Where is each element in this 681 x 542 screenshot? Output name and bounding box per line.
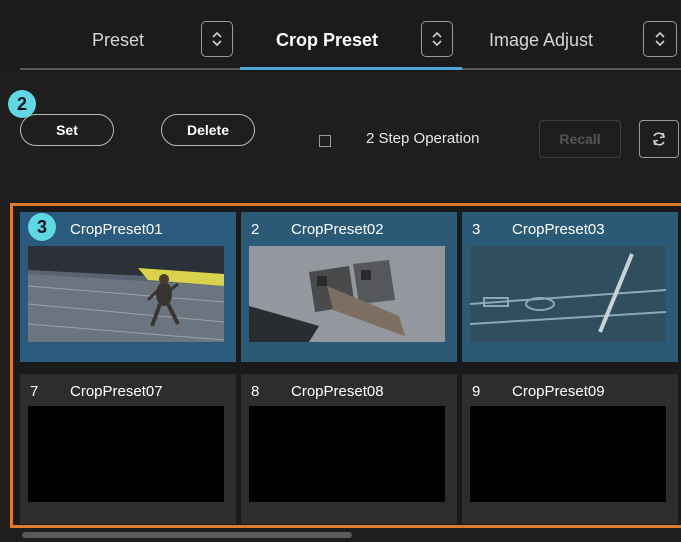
preset-card-7[interactable]: 7 CropPreset07 bbox=[20, 374, 236, 524]
preset-thumbnail bbox=[249, 246, 445, 342]
two-step-checkbox[interactable] bbox=[319, 135, 331, 147]
delete-button[interactable]: Delete bbox=[161, 114, 255, 146]
up-down-chevron-icon bbox=[432, 31, 442, 47]
two-step-label: 2 Step Operation bbox=[366, 130, 480, 147]
crop-preset-stepper-button[interactable] bbox=[421, 21, 453, 57]
preset-name: CropPreset08 bbox=[291, 383, 384, 400]
preset-number: 9 bbox=[472, 383, 481, 400]
refresh-button[interactable] bbox=[639, 120, 679, 158]
preset-thumbnail-empty bbox=[28, 406, 224, 502]
preset-thumbnail-empty bbox=[470, 406, 666, 502]
up-down-chevron-icon bbox=[655, 31, 665, 47]
preset-number: 2 bbox=[251, 221, 260, 238]
preset-stepper-button[interactable] bbox=[201, 21, 233, 57]
recall-button[interactable]: Recall bbox=[539, 120, 621, 158]
image-adjust-stepper-button[interactable] bbox=[643, 21, 677, 57]
set-button[interactable]: Set bbox=[20, 114, 114, 146]
tab-crop-preset[interactable]: Crop Preset bbox=[276, 30, 378, 51]
active-tab-indicator bbox=[240, 67, 462, 70]
tab-preset[interactable]: Preset bbox=[92, 30, 144, 51]
preset-card-2[interactable]: 2 CropPreset02 bbox=[241, 212, 457, 362]
preset-thumbnail bbox=[470, 246, 666, 342]
action-bar: Set 2 Delete 2 Step Operation Recall bbox=[0, 72, 681, 200]
preset-name: CropPreset03 bbox=[512, 221, 605, 238]
tab-image-adjust[interactable]: Image Adjust bbox=[489, 30, 593, 51]
preset-name: CropPreset09 bbox=[512, 383, 605, 400]
tab-bar: Preset Crop Preset Image Adjust bbox=[0, 0, 681, 72]
up-down-chevron-icon bbox=[212, 31, 222, 47]
preset-number: 3 bbox=[472, 221, 481, 238]
refresh-icon bbox=[653, 132, 665, 146]
preset-number: 8 bbox=[251, 383, 260, 400]
preset-thumbnail bbox=[28, 246, 224, 342]
preset-number: 7 bbox=[30, 383, 39, 400]
preset-name: CropPreset02 bbox=[291, 221, 384, 238]
horizontal-scrollbar[interactable] bbox=[22, 532, 352, 538]
preset-name: CropPreset01 bbox=[70, 221, 163, 238]
preset-card-9[interactable]: 9 CropPreset09 bbox=[462, 374, 678, 524]
preset-card-3[interactable]: 3 CropPreset03 bbox=[462, 212, 678, 362]
callout-badge: 3 bbox=[28, 213, 56, 241]
callout-badge: 2 bbox=[8, 90, 36, 118]
preset-name: CropPreset07 bbox=[70, 383, 163, 400]
preset-thumbnail-empty bbox=[249, 406, 445, 502]
preset-card-8[interactable]: 8 CropPreset08 bbox=[241, 374, 457, 524]
